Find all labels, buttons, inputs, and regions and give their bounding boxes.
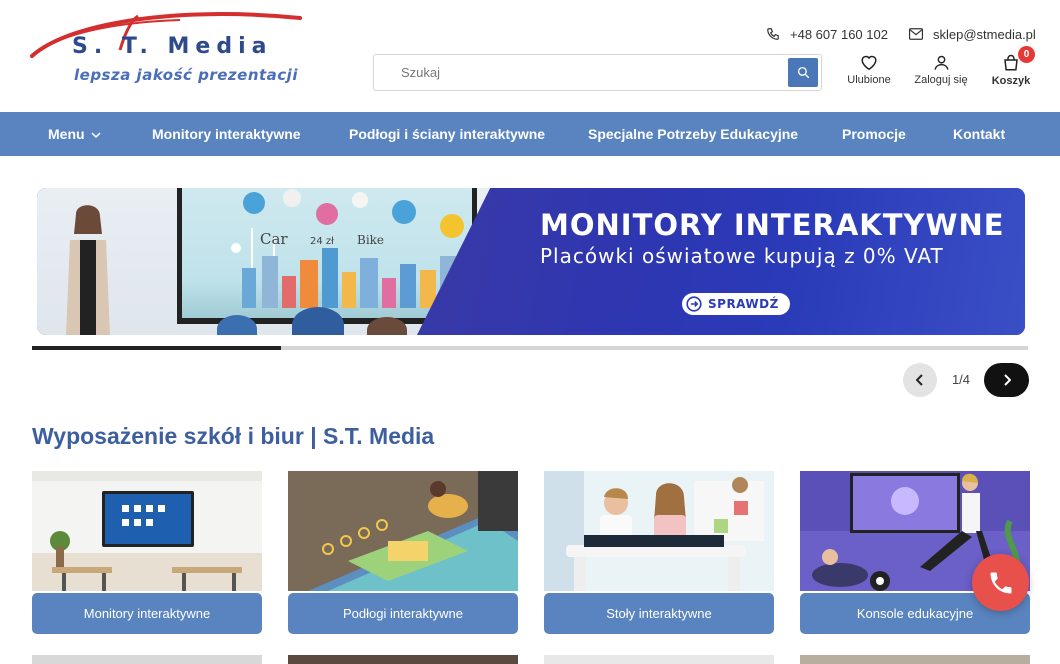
- nav-item-monitors[interactable]: Monitory interaktywne: [152, 112, 301, 156]
- category-card-tables[interactable]: Stoły interaktywne: [544, 471, 774, 635]
- phone-icon: [990, 572, 1011, 593]
- board-word: 24 zł: [310, 236, 334, 247]
- favorites-button[interactable]: Ulubione: [834, 54, 904, 86]
- carousel-progress: [32, 346, 1028, 350]
- main-nav: Menu Monitory interaktywne Podłogi i ści…: [0, 112, 1060, 156]
- site-logo[interactable]: S. T. Media lepsza jakość prezentacji: [30, 10, 310, 90]
- call-button[interactable]: [972, 554, 1029, 611]
- teacher-figure: [66, 205, 110, 335]
- banner-check-button[interactable]: SPRAWDŹ: [682, 293, 790, 315]
- contact-email[interactable]: sklep@stmedia.pl: [909, 24, 1036, 44]
- category-card-partial: [32, 655, 262, 664]
- email-address: sklep@stmedia.pl: [933, 26, 1036, 42]
- banner-title: MONITORY INTERAKTYWNE: [540, 208, 1005, 242]
- category-card-partial: [544, 655, 774, 664]
- nav-item-label: Specjalne Potrzeby Edukacyjne: [588, 126, 799, 142]
- nav-item-label: Podłogi i ściany interaktywne: [349, 126, 546, 142]
- category-image: [544, 471, 774, 591]
- nav-item-promotions[interactable]: Promocje: [842, 112, 906, 156]
- banner-subtitle: Placówki oświatowe kupują z 0% VAT: [540, 244, 944, 268]
- logo-text: S. T. Media: [72, 34, 273, 59]
- category-label: Monitory interaktywne: [32, 593, 262, 634]
- login-label: Zaloguj się: [914, 74, 968, 86]
- chevron-down-icon: [91, 132, 101, 139]
- board-word: Bike: [357, 233, 384, 247]
- logo-tagline: lepsza jakość prezentacji: [74, 66, 298, 84]
- nav-item-floors[interactable]: Podłogi i ściany interaktywne: [349, 112, 545, 156]
- favorites-label: Ulubione: [847, 74, 891, 86]
- nav-item-label: Menu: [48, 126, 85, 142]
- login-button[interactable]: Zaloguj się: [906, 54, 976, 86]
- category-image: [32, 471, 262, 591]
- cart-button[interactable]: Koszyk 0: [976, 46, 1046, 87]
- nav-item-label: Promocje: [842, 126, 906, 142]
- search-input[interactable]: [375, 56, 785, 89]
- phone-icon: [767, 28, 779, 40]
- interactive-board-image: Car Bike 24 zł: [177, 188, 477, 320]
- carousel-counter: 1/4: [951, 372, 971, 387]
- carousel-prev-button[interactable]: [903, 363, 937, 397]
- contact-phone[interactable]: +48 607 160 102: [766, 24, 888, 44]
- category-label: Stoły interaktywne: [544, 593, 774, 634]
- carousel-next-button[interactable]: [984, 363, 1029, 397]
- nav-item-contact[interactable]: Kontakt: [953, 112, 1005, 156]
- search-bar: [373, 54, 822, 91]
- nav-item-label: Kontakt: [953, 126, 1006, 142]
- category-card-floors[interactable]: Podłogi interaktywne: [288, 471, 518, 635]
- phone-number: +48 607 160 102: [790, 26, 888, 42]
- category-card-partial: [288, 655, 518, 664]
- board-word: Car: [260, 230, 288, 248]
- carousel-progress-fill: [32, 346, 281, 350]
- nav-item-menu[interactable]: Menu: [48, 112, 101, 156]
- category-image: [288, 471, 518, 591]
- cart-label: Koszyk: [991, 75, 1031, 87]
- heart-icon: [861, 55, 877, 71]
- user-icon: [933, 55, 949, 70]
- hero-banner[interactable]: Car Bike 24 zł MONITORY INTERAKTYWNE Pla…: [37, 188, 1025, 335]
- search-icon: [797, 66, 809, 79]
- search-button[interactable]: [788, 58, 818, 87]
- chevron-left-icon: [916, 374, 923, 386]
- category-card-partial: [800, 655, 1030, 664]
- arrow-circle-right-icon: [686, 296, 702, 312]
- nav-item-special-needs[interactable]: Specjalne Potrzeby Edukacyjne: [588, 112, 798, 156]
- category-label: Podłogi interaktywne: [288, 593, 518, 634]
- site-header: S. T. Media lepsza jakość prezentacji +4…: [0, 0, 1060, 112]
- section-title: Wyposażenie szkół i biur | S.T. Media: [32, 423, 435, 449]
- chevron-right-icon: [1003, 374, 1011, 386]
- category-card-monitors[interactable]: Monitory interaktywne: [32, 471, 262, 635]
- banner-check-label: SPRAWDŹ: [708, 297, 779, 311]
- cart-count-badge: 0: [1018, 46, 1035, 63]
- student-figure: [292, 307, 344, 335]
- nav-item-label: Monitory interaktywne: [152, 126, 301, 142]
- mail-icon: [909, 28, 923, 40]
